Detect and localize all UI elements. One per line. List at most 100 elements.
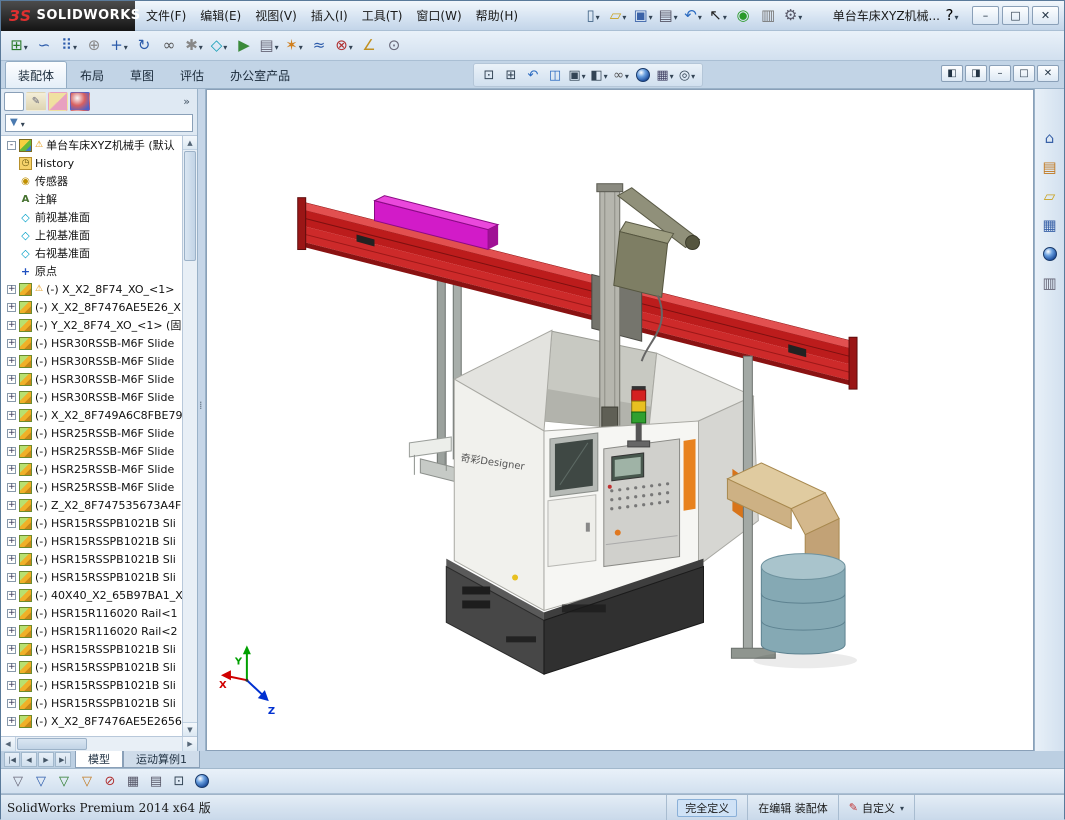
tree-item[interactable]: +(-) HSR15RSSPB1021B Sli bbox=[1, 658, 182, 676]
tree-item[interactable]: +(-) HSR25RSSB-M6F Slide bbox=[1, 460, 182, 478]
pane-left-button[interactable]: ◧ bbox=[941, 65, 963, 82]
tree-item[interactable]: +(-) HSR30RSSB-M6F Slide bbox=[1, 388, 182, 406]
tree-expand-toggle[interactable]: + bbox=[7, 699, 16, 708]
edit-appearance-button[interactable] bbox=[632, 64, 654, 86]
tab-scroll-next[interactable]: ▶ bbox=[38, 752, 54, 767]
menu-edit[interactable]: 编辑(E) bbox=[193, 2, 248, 29]
explode-line-sketch-button[interactable]: ≈ bbox=[307, 34, 331, 58]
tree-item[interactable]: 右视基准面 bbox=[1, 244, 182, 262]
graphics-viewport[interactable]: 奇彩Designer Y X Z bbox=[206, 89, 1034, 751]
tree-expand-toggle[interactable]: + bbox=[7, 591, 16, 600]
clear-selection-filters-button[interactable]: ⊘ bbox=[99, 771, 121, 792]
tree-expand-toggle[interactable]: + bbox=[7, 519, 16, 528]
tree-expand-toggle[interactable]: + bbox=[7, 429, 16, 438]
doc-minimize-button[interactable]: – bbox=[989, 65, 1011, 82]
tree-item[interactable]: +(-) 40X40_X2_65B97BA1_X bbox=[1, 586, 182, 604]
new-document-button[interactable]: ▯ bbox=[581, 4, 605, 28]
scroll-right-arrow[interactable]: ▶ bbox=[182, 737, 197, 751]
bill-of-materials-button[interactable]: ▤ bbox=[257, 34, 281, 58]
tree-expand-toggle[interactable]: + bbox=[7, 537, 16, 546]
bom-table-button[interactable]: ▤ bbox=[145, 771, 167, 792]
measure-button[interactable]: ∠ bbox=[357, 34, 381, 58]
smart-fasteners-button[interactable]: ⊕ bbox=[82, 34, 106, 58]
menu-view[interactable]: 视图(V) bbox=[248, 2, 304, 29]
tree-vertical-scrollbar[interactable]: ▲ ▼ bbox=[182, 136, 197, 736]
tree-expand-toggle[interactable]: + bbox=[7, 321, 16, 330]
filter-faces-button[interactable]: ▽ bbox=[76, 771, 98, 792]
file-explorer-icon[interactable]: ▱ bbox=[1039, 185, 1061, 207]
print-button[interactable]: ▤ bbox=[656, 4, 680, 28]
tree-item[interactable]: +(-) HSR15R116020 Rail<1 bbox=[1, 604, 182, 622]
select-table-button[interactable]: ▦ bbox=[122, 771, 144, 792]
file-properties-button[interactable]: ▥ bbox=[756, 4, 780, 28]
tree-expand-toggle[interactable]: + bbox=[7, 357, 16, 366]
tree-expand-toggle[interactable]: + bbox=[7, 645, 16, 654]
tree-expand-toggle[interactable]: + bbox=[7, 393, 16, 402]
tree-item[interactable]: +(-) HSR25RSSB-M6F Slide bbox=[1, 424, 182, 442]
tree-expand-toggle[interactable]: + bbox=[7, 303, 16, 312]
tab-sketch[interactable]: 草图 bbox=[117, 61, 167, 88]
view-settings-button[interactable]: ◎ bbox=[676, 64, 698, 86]
tree-expand-toggle[interactable]: + bbox=[7, 555, 16, 564]
tree-item[interactable]: +(-) HSR15RSSPB1021B Sli bbox=[1, 532, 182, 550]
scroll-left-arrow[interactable]: ◀ bbox=[1, 737, 16, 751]
tree-expand-toggle[interactable]: + bbox=[7, 483, 16, 492]
tree-expand-toggle[interactable]: + bbox=[7, 339, 16, 348]
mate-button[interactable]: ∽ bbox=[32, 34, 56, 58]
menu-help[interactable]: 帮助(H) bbox=[469, 2, 525, 29]
tree-horizontal-scrollbar[interactable]: ◀ ▶ bbox=[1, 736, 197, 751]
zoom-to-area-button[interactable]: ⊞ bbox=[500, 64, 522, 86]
tab-motion-study-1[interactable]: 运动算例1 bbox=[123, 751, 200, 768]
undo-button[interactable]: ↶ bbox=[681, 4, 705, 28]
tab-evaluate[interactable]: 评估 bbox=[167, 61, 217, 88]
tree-item[interactable]: +(-) HSR15RSSPB1021B Sli bbox=[1, 694, 182, 712]
panel-splitter[interactable] bbox=[198, 89, 206, 751]
panel-tabs-overflow[interactable]: » bbox=[183, 95, 194, 108]
tab-featuremanager[interactable] bbox=[4, 92, 24, 111]
tree-item[interactable]: +(-) HSR25RSSB-M6F Slide bbox=[1, 442, 182, 460]
tree-item[interactable]: +(-) HSR15RSSPB1021B Sli bbox=[1, 568, 182, 586]
exploded-view-button[interactable]: ✶ bbox=[282, 34, 306, 58]
hide-show-items-button[interactable]: ∞ bbox=[610, 64, 632, 86]
view-palette-icon[interactable]: ▦ bbox=[1039, 214, 1061, 236]
apply-scene-button[interactable]: ▦ bbox=[654, 64, 676, 86]
rebuild-button[interactable]: ◉ bbox=[731, 4, 755, 28]
tree-expand-toggle[interactable]: + bbox=[7, 681, 16, 690]
tab-propertymanager[interactable] bbox=[26, 92, 46, 111]
menu-file[interactable]: 文件(F) bbox=[139, 2, 193, 29]
tree-item[interactable]: 上视基准面 bbox=[1, 226, 182, 244]
reference-geometry-button[interactable]: ◇ bbox=[207, 34, 231, 58]
design-library-icon[interactable]: ▤ bbox=[1039, 156, 1061, 178]
scroll-thumb[interactable] bbox=[184, 151, 196, 261]
filter-vertices-button[interactable]: ▽ bbox=[30, 771, 52, 792]
help-button[interactable]: ? bbox=[940, 4, 964, 28]
tree-expand-toggle[interactable]: + bbox=[7, 411, 16, 420]
tree-item[interactable]: +(-) HSR15RSSPB1021B Sli bbox=[1, 550, 182, 568]
tree-expand-toggle[interactable]: + bbox=[7, 609, 16, 618]
options-button[interactable]: ⚙ bbox=[781, 4, 805, 28]
tree-expand-toggle[interactable]: - bbox=[7, 141, 16, 150]
tree-item[interactable]: +(-) HSR30RSSB-M6F Slide bbox=[1, 334, 182, 352]
tree-item[interactable]: +(-) HSR15RSSPB1021B Sli bbox=[1, 640, 182, 658]
zoom-to-fit-button[interactable]: ⊡ bbox=[478, 64, 500, 86]
view-orientation-button[interactable]: ▣ bbox=[566, 64, 588, 86]
scroll-down-arrow[interactable]: ▼ bbox=[183, 722, 197, 736]
menu-insert[interactable]: 插入(I) bbox=[304, 2, 355, 29]
filter-edges-button[interactable]: ▽ bbox=[53, 771, 75, 792]
new-motion-study-button[interactable]: ▶ bbox=[232, 34, 256, 58]
tree-item[interactable]: +(-) HSR30RSSB-M6F Slide bbox=[1, 370, 182, 388]
tab-layout[interactable]: 布局 bbox=[67, 61, 117, 88]
select-button[interactable]: ↖ bbox=[706, 4, 730, 28]
tree-expand-toggle[interactable]: + bbox=[7, 375, 16, 384]
insert-components-button[interactable]: ⊞ bbox=[7, 34, 31, 58]
tree-item[interactable]: -单台车床XYZ机械手 (默认 bbox=[1, 136, 182, 154]
tree-item[interactable]: +(-) HSR15RSSPB1021B Sli bbox=[1, 676, 182, 694]
interference-detection-button[interactable]: ⊗ bbox=[332, 34, 356, 58]
tree-expand-toggle[interactable]: + bbox=[7, 465, 16, 474]
help-sphere-icon[interactable] bbox=[191, 771, 213, 792]
maximize-button[interactable]: □ bbox=[1002, 6, 1029, 25]
previous-view-button[interactable]: ↶ bbox=[522, 64, 544, 86]
tab-scroll-first[interactable]: |◀ bbox=[4, 752, 20, 767]
pane-right-button[interactable]: ◨ bbox=[965, 65, 987, 82]
task-home-icon[interactable]: ⌂ bbox=[1039, 127, 1061, 149]
